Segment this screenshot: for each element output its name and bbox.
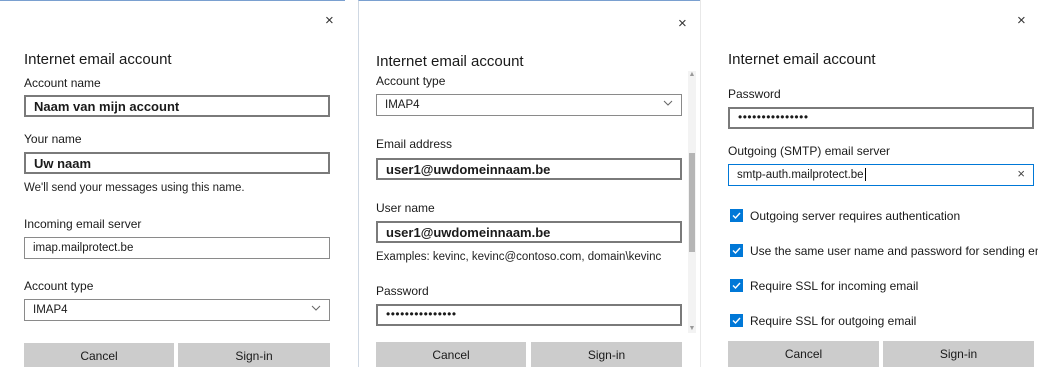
account-type-value: IMAP4 (385, 99, 420, 111)
username-hint: Examples: kevinc, kevinc@contoso.com, do… (376, 251, 662, 263)
username-input[interactable]: user1@uwdomeinnaam.be (376, 221, 682, 243)
smtp-server-input[interactable]: smtp-auth.mailprotect.be × (728, 164, 1034, 186)
chevron-down-icon (663, 98, 673, 111)
close-icon[interactable]: × (1017, 13, 1026, 28)
username-label: User name (376, 201, 435, 215)
password-input[interactable]: ••••••••••••••• (728, 107, 1034, 129)
checkbox-ssl-incoming[interactable] (730, 279, 743, 292)
scroll-down-icon[interactable]: ▼ (688, 325, 696, 333)
checkbox-outgoing-auth[interactable] (730, 209, 743, 222)
checkbox-ssl-incoming-label[interactable]: Require SSL for incoming email (750, 279, 918, 293)
incoming-server-label: Incoming email server (24, 217, 142, 231)
account-dialog-step-2: × Internet email account Account type IM… (358, 0, 700, 367)
account-dialog-step-3: × Internet email account Password ••••••… (700, 0, 1038, 367)
account-dialog-step-1: × Internet email account Account name Na… (0, 0, 345, 367)
checkmark-icon (732, 247, 741, 255)
dialog-title: Internet email account (376, 53, 524, 70)
close-icon[interactable]: × (325, 13, 334, 28)
account-type-label: Account type (376, 74, 446, 88)
smtp-server-label: Outgoing (SMTP) email server (728, 144, 891, 158)
clear-icon[interactable]: × (1017, 166, 1025, 181)
smtp-server-text: smtp-auth.mailprotect.be (737, 169, 864, 181)
sign-in-button[interactable]: Sign-in (531, 342, 682, 367)
account-type-value: IMAP4 (33, 304, 68, 316)
checkbox-outgoing-auth-label[interactable]: Outgoing server requires authentication (750, 209, 960, 223)
your-name-value: Uw naam (34, 156, 92, 171)
checkbox-same-credentials[interactable] (730, 244, 743, 257)
username-value: user1@uwdomeinnaam.be (386, 225, 551, 240)
your-name-input[interactable]: Uw naam (24, 152, 330, 174)
text-caret (864, 168, 866, 182)
account-name-label: Account name (24, 76, 101, 90)
password-value: ••••••••••••••• (386, 307, 457, 321)
vertical-scrollbar[interactable]: ▲ ▼ (688, 71, 696, 333)
password-input[interactable]: ••••••••••••••• (376, 304, 682, 326)
chevron-down-icon (311, 303, 321, 316)
account-type-select[interactable]: IMAP4 (24, 299, 330, 321)
smtp-server-value: smtp-auth.mailprotect.be (737, 165, 866, 185)
checkmark-icon (732, 212, 741, 220)
email-address-input[interactable]: user1@uwdomeinnaam.be (376, 158, 682, 180)
password-label: Password (728, 87, 781, 101)
account-name-input[interactable]: Naam van mijn account (24, 95, 330, 117)
sign-in-button[interactable]: Sign-in (883, 341, 1034, 367)
dialog-title: Internet email account (24, 51, 172, 68)
close-icon[interactable]: × (678, 16, 687, 31)
checkmark-icon (732, 282, 741, 290)
account-type-select[interactable]: IMAP4 (376, 94, 682, 116)
sign-in-button[interactable]: Sign-in (178, 343, 330, 367)
scrollbar-thumb[interactable] (689, 153, 695, 252)
dialog-title: Internet email account (728, 51, 876, 68)
cancel-button[interactable]: Cancel (376, 342, 526, 367)
email-address-value: user1@uwdomeinnaam.be (386, 162, 551, 177)
email-address-label: Email address (376, 137, 453, 151)
checkbox-ssl-outgoing-label[interactable]: Require SSL for outgoing email (750, 314, 916, 328)
cancel-button[interactable]: Cancel (24, 343, 174, 367)
cancel-button[interactable]: Cancel (728, 341, 879, 367)
password-value: ••••••••••••••• (738, 110, 809, 124)
scroll-up-icon[interactable]: ▲ (688, 71, 696, 79)
checkbox-same-credentials-label[interactable]: Use the same user name and password for … (750, 244, 1038, 258)
checkmark-icon (732, 317, 741, 325)
checkbox-ssl-outgoing[interactable] (730, 314, 743, 327)
account-type-label: Account type (24, 279, 94, 293)
password-label: Password (376, 284, 429, 298)
incoming-server-value: imap.mailprotect.be (33, 242, 134, 254)
account-name-value: Naam van mijn account (34, 99, 180, 114)
incoming-server-input[interactable]: imap.mailprotect.be (24, 237, 330, 259)
your-name-label: Your name (24, 132, 82, 146)
your-name-hint: We'll send your messages using this name… (24, 182, 245, 194)
